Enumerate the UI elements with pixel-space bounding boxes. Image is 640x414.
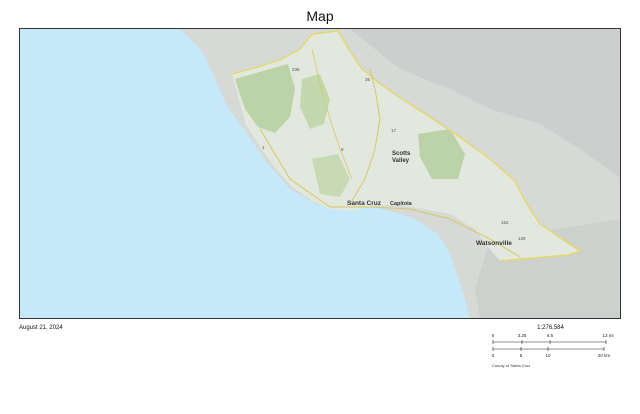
scale-mi-3: 13 mi (602, 333, 613, 338)
place-label-capitola: Capitola (390, 201, 413, 207)
place-label-santa-cruz: Santa Cruz (347, 200, 382, 207)
route-shield-152: 152 (501, 220, 509, 225)
place-label-valley: Valley (392, 158, 410, 164)
scale-mi-0: 0 (492, 333, 495, 338)
scale-km-1: 5 (520, 353, 523, 358)
place-label-watsonville: Watsonville (476, 240, 512, 247)
scale-mi-1: 3.25 (518, 333, 527, 338)
map-view[interactable]: Scotts Valley Santa Cruz Capitola Watson… (19, 28, 621, 319)
scale-ratio: 1:276,584 (537, 325, 564, 331)
route-shield-17: 17 (391, 128, 397, 133)
map-title: Map (306, 8, 334, 24)
route-shield-129: 129 (518, 236, 526, 241)
scale-km-0: 0 (492, 353, 495, 358)
route-shield-236: 236 (292, 67, 300, 72)
scale-km-3: 20 km (598, 353, 611, 358)
place-label-scotts: Scotts (392, 151, 411, 157)
map-date: August 21, 2024 (19, 325, 63, 331)
route-shield-35: 35 (365, 77, 371, 82)
scale-mi-2: 6.5 (547, 333, 554, 338)
map-credit: County of Santa Cruz (492, 363, 531, 368)
scale-km-2: 10 (545, 353, 551, 358)
map-canvas[interactable]: Scotts Valley Santa Cruz Capitola Watson… (20, 29, 621, 319)
